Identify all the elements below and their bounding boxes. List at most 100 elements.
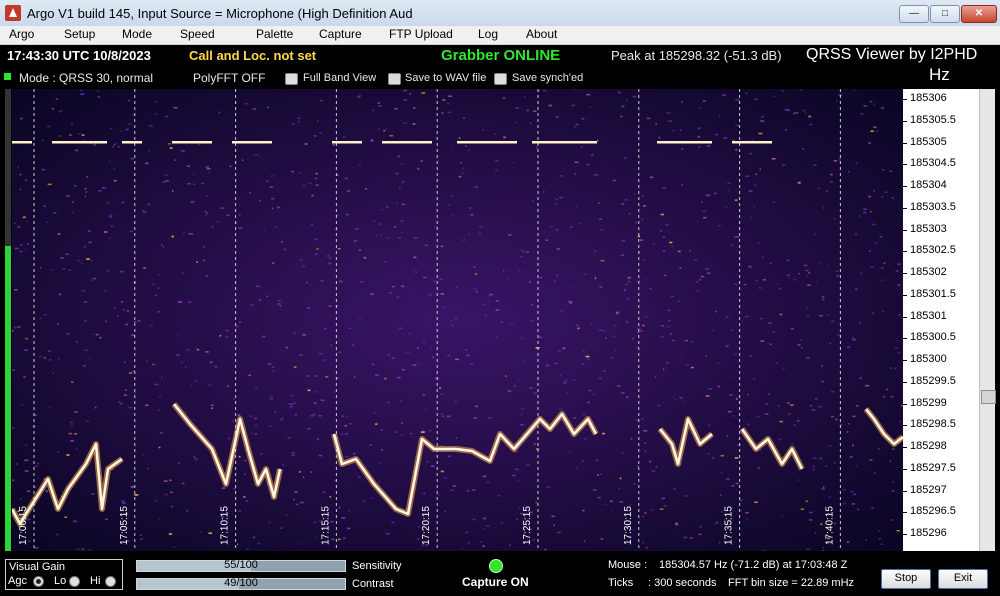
- scrollbar-thumb[interactable]: [981, 390, 996, 404]
- scale-label: 185297: [910, 483, 947, 496]
- scale-tick: [903, 273, 907, 274]
- time-marker-label: 17:20:15: [421, 506, 432, 545]
- app-icon: [5, 5, 21, 21]
- scale-label: 185299: [910, 396, 947, 409]
- grabber-status: Grabber ONLINE: [441, 47, 561, 64]
- ticks-label: Ticks: [608, 577, 634, 589]
- lo-radio[interactable]: [69, 576, 80, 587]
- scale-tick: [903, 512, 907, 514]
- lo-label: Lo: [54, 575, 67, 587]
- time-marker-label: 17:25:15: [522, 506, 533, 545]
- scale-tick: [903, 534, 907, 535]
- waterfall-svg: 17:00:15 17:05:15 17:10:15 17:15:15 17:20:15…: [12, 89, 903, 551]
- agc-level-meter: [5, 89, 11, 551]
- maximize-button[interactable]: □: [930, 5, 960, 23]
- scale-tick: [903, 468, 907, 470]
- scale-tick: [903, 316, 907, 318]
- scale-tick: [903, 294, 907, 296]
- menu-mode[interactable]: Mode: [122, 27, 152, 41]
- fft-bin-size: FFT bin size = 22.89 mHz: [728, 577, 855, 589]
- menu-ftp-upload[interactable]: FTP Upload: [389, 27, 453, 41]
- menu-argo[interactable]: Argo: [9, 27, 34, 41]
- scale-tick: [903, 447, 907, 448]
- mouse-readout: 185304.57 Hz (-71.2 dB) at 17:03:48 Z: [659, 559, 848, 571]
- scale-label: 185300.5: [910, 331, 956, 344]
- menu-setup[interactable]: Setup: [64, 27, 95, 41]
- scale-label: 185302: [910, 266, 947, 278]
- scale-label: 185301: [910, 309, 947, 322]
- scale-label: 185304.5: [910, 157, 956, 170]
- full-band-view-checkbox[interactable]: [285, 73, 298, 85]
- contrast-slider[interactable]: 49/100: [136, 577, 346, 590]
- scale-label: 185303: [910, 222, 947, 235]
- close-button[interactable]: ✕: [961, 5, 997, 23]
- ticks-value: : 300 seconds: [648, 577, 717, 589]
- time-marker-label: 17:10:15: [220, 506, 231, 545]
- scale-tick: [903, 381, 907, 383]
- contrast-label: Contrast: [352, 578, 394, 590]
- scale-tick: [903, 120, 907, 122]
- time-marker-label: 17:30:15: [623, 506, 634, 545]
- sensitivity-slider[interactable]: 55/100: [136, 559, 346, 572]
- menu-bar: Argo Setup Mode Speed Palette Capture FT…: [0, 26, 1000, 45]
- window-title: Argo V1 build 145, Input Source = Microp…: [27, 6, 413, 21]
- time-marker-label: 17:15:15: [320, 506, 331, 545]
- scale-tick: [903, 490, 907, 492]
- save-synched-label: Save synch'ed: [512, 72, 584, 84]
- capture-led-icon: [489, 559, 503, 573]
- polyfft-toggle[interactable]: PolyFFT OFF: [193, 71, 265, 85]
- sensitivity-value: 55/100: [224, 559, 258, 571]
- scale-label: 185306: [910, 92, 947, 104]
- hi-radio[interactable]: [105, 576, 116, 587]
- menu-log[interactable]: Log: [478, 27, 498, 41]
- scale-tick: [903, 164, 907, 166]
- scale-label: 185303.5: [910, 200, 956, 213]
- save-synched-checkbox[interactable]: [494, 73, 507, 85]
- scale-label: 185301.5: [910, 287, 956, 300]
- utc-time: 17:43:30 UTC 10/8/2023: [7, 48, 151, 63]
- time-marker-label: 17:05:15: [119, 506, 130, 545]
- spectrogram-waterfall[interactable]: 17:00:15 17:05:15 17:10:15 17:15:15 17:20:15…: [12, 89, 903, 551]
- save-wav-label: Save to WAV file: [405, 72, 487, 84]
- minimize-button[interactable]: —: [899, 5, 929, 23]
- scale-tick: [903, 207, 907, 209]
- scale-label: 185305: [910, 135, 947, 148]
- scale-tick: [903, 229, 907, 231]
- scale-tick: [903, 142, 907, 144]
- scale-label: 185305.5: [910, 113, 956, 126]
- scale-tick: [903, 251, 907, 253]
- time-marker-label: 17:40:15: [824, 506, 835, 545]
- scale-tick: [903, 186, 907, 187]
- hi-label: Hi: [90, 575, 101, 587]
- agc-label: Agc: [8, 575, 27, 587]
- scale-label: 185298: [910, 440, 947, 452]
- sensitivity-label: Sensitivity: [352, 560, 402, 572]
- agc-radio[interactable]: [33, 576, 44, 587]
- peak-readout: Peak at 185298.32 (-51.3 dB): [611, 48, 782, 63]
- scale-tick: [903, 403, 907, 405]
- title-bar: Argo V1 build 145, Input Source = Microp…: [0, 0, 1000, 27]
- exit-button[interactable]: Exit: [938, 569, 988, 589]
- visual-gain-title: Visual Gain: [9, 561, 66, 573]
- call-status: Call and Loc. not set: [189, 48, 317, 63]
- scale-unit: Hz: [929, 65, 950, 84]
- menu-about[interactable]: About: [526, 27, 557, 41]
- menu-capture[interactable]: Capture: [319, 27, 362, 41]
- scale-tick: [903, 99, 907, 100]
- scale-tick: [903, 360, 907, 361]
- scale-label: 185302.5: [910, 244, 956, 257]
- scale-label: 185304: [910, 179, 947, 191]
- scale-label: 185299.5: [910, 374, 956, 387]
- stop-button[interactable]: Stop: [881, 569, 931, 589]
- time-marker-label: 17:35:15: [724, 506, 735, 545]
- menu-palette[interactable]: Palette: [256, 27, 293, 41]
- save-wav-checkbox[interactable]: [388, 73, 401, 85]
- time-marker-label: 17:00:15: [18, 506, 29, 545]
- vertical-scrollbar[interactable]: [979, 89, 996, 551]
- status-led-icon: [4, 73, 11, 80]
- bottom-panel: Visual Gain Agc Lo Hi 55/100 Sensitivity…: [0, 552, 1000, 596]
- scale-tick: [903, 425, 907, 427]
- menu-speed[interactable]: Speed: [180, 27, 215, 41]
- full-band-view-label: Full Band View: [303, 72, 377, 84]
- frequency-scale: 185306 185305.5 185305 185304.5 185304 185303…: [903, 89, 979, 551]
